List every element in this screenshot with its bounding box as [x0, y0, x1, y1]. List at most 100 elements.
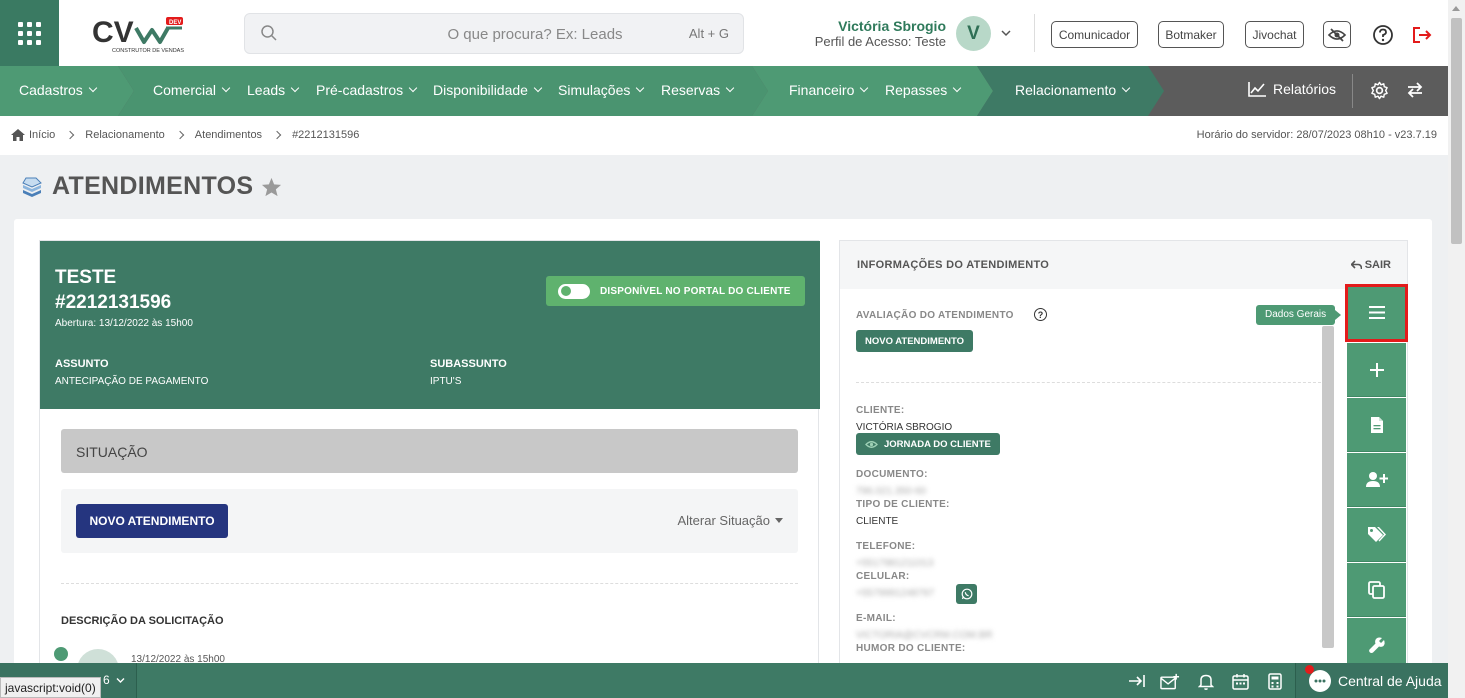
- bell-icon: [1198, 674, 1214, 690]
- bottom-left-count: 6: [103, 673, 110, 687]
- mobile-value: +5579991248797: [856, 588, 935, 599]
- situation-box: NOVO ATENDIMENTO Alterar Situação: [61, 489, 798, 553]
- user-plus-icon: [1365, 472, 1388, 487]
- botmaker-button[interactable]: Botmaker: [1158, 21, 1224, 48]
- jivochat-button[interactable]: Jivochat: [1245, 21, 1304, 48]
- nav-financeiro[interactable]: Financeiro: [789, 82, 869, 98]
- add-user-button[interactable]: [1347, 453, 1406, 507]
- exit-button[interactable]: SAIR: [1350, 259, 1391, 271]
- situation-header[interactable]: SITUAÇÃO: [61, 429, 798, 473]
- breadcrumb: Início Relacionamento Atendimentos #2212…: [11, 129, 359, 141]
- apps-menu-button[interactable]: [0, 0, 59, 66]
- subsubject-label: SUBASSUNTO: [430, 358, 507, 370]
- top-header: CV DEV CONSTRUTOR DE VENDAS Alt + G Vict…: [0, 0, 1448, 66]
- portal-visibility-toggle[interactable]: DISPONÍVEL NO PORTAL DO CLIENTE: [546, 276, 805, 306]
- tags-button[interactable]: [1347, 508, 1406, 562]
- client-journey-button[interactable]: JORNADA DO CLIENTE: [856, 433, 1000, 455]
- breadcrumb-relacionamento[interactable]: Relacionamento: [85, 129, 165, 141]
- settings-button[interactable]: [1370, 81, 1389, 100]
- breadcrumb-atendimentos[interactable]: Atendimentos: [195, 129, 262, 141]
- chevron-right-icon: [175, 130, 185, 140]
- add-button[interactable]: [1347, 343, 1406, 397]
- client-type-value: CLIENTE: [856, 516, 899, 527]
- page-scrollbar[interactable]: [1448, 0, 1465, 698]
- switch-button[interactable]: [1406, 81, 1424, 99]
- apps-grid-icon: [18, 21, 41, 45]
- user-info[interactable]: Victória Sbrogio Perfil de Acesso: Teste: [780, 18, 946, 50]
- scroll-thumb[interactable]: [1451, 18, 1462, 244]
- svg-text:DEV: DEV: [169, 20, 181, 26]
- breadcrumb-inicio[interactable]: Início: [29, 129, 55, 141]
- reply-icon: [1350, 260, 1362, 270]
- eye-slash-icon: [1327, 27, 1347, 42]
- nav-leads[interactable]: Leads: [247, 82, 300, 98]
- mail-notifications-button[interactable]: [1160, 671, 1180, 691]
- email-label: E-MAIL:: [856, 613, 896, 624]
- portal-badge-label: DISPONÍVEL NO PORTAL DO CLIENTE: [600, 285, 791, 297]
- envelope-plus-icon: [1160, 673, 1180, 689]
- nav-repasses[interactable]: Repasses: [885, 82, 962, 98]
- help-button[interactable]: [1369, 21, 1397, 48]
- ticket-card: TESTE #2212131596 Abertura: 13/12/2022 à…: [39, 240, 820, 691]
- general-data-button[interactable]: [1345, 284, 1408, 342]
- line-chart-icon: [1248, 82, 1266, 97]
- copy-button[interactable]: [1347, 563, 1406, 617]
- nav-comercial[interactable]: Comercial: [153, 82, 231, 98]
- general-data-tooltip: Dados Gerais: [1256, 305, 1342, 325]
- nav-simulacoes[interactable]: Simulações: [558, 82, 645, 98]
- client-journey-label: JORNADA DO CLIENTE: [884, 438, 991, 450]
- exit-label: SAIR: [1364, 259, 1391, 271]
- nav-reservas[interactable]: Reservas: [661, 82, 735, 98]
- collapse-sidebar-button[interactable]: [1127, 671, 1147, 691]
- calculator-button[interactable]: [1265, 671, 1285, 691]
- nav-relatorios[interactable]: Relatórios: [1248, 81, 1336, 97]
- toggle-switch[interactable]: [558, 283, 590, 299]
- document-label: DOCUMENTO:: [856, 469, 928, 480]
- bars-icon: [1368, 306, 1385, 319]
- whatsapp-button[interactable]: [956, 584, 977, 604]
- star-icon[interactable]: [261, 177, 282, 197]
- ticket-opened: Abertura: 13/12/2022 às 15h00: [55, 318, 193, 329]
- nav-disponibilidade[interactable]: Disponibilidade: [433, 82, 543, 98]
- arrows-exchange-icon: [1407, 82, 1423, 98]
- description-label: DESCRIÇÃO DA SOLICITAÇÃO: [61, 615, 224, 627]
- client-label: CLIENTE:: [856, 405, 905, 416]
- arrow-to-right-icon: [1129, 675, 1145, 687]
- rating-label: AVALIAÇÃO DO ATENDIMENTO: [856, 310, 1014, 321]
- calculator-icon: [1268, 672, 1282, 690]
- logout-button[interactable]: [1408, 21, 1436, 48]
- panel-scrollbar[interactable]: [1322, 326, 1334, 648]
- nav-pre-cadastros[interactable]: Pré-cadastros: [316, 82, 418, 98]
- help-center-button[interactable]: Central de Ajuda: [1295, 663, 1448, 698]
- calendar-button[interactable]: [1230, 671, 1250, 691]
- client-value: VICTÓRIA SBROGIO: [856, 422, 953, 433]
- divider: [856, 382, 1321, 383]
- nav-relacionamento[interactable]: Relacionamento: [1015, 82, 1131, 98]
- header-divider: [1034, 14, 1035, 52]
- comunicador-button[interactable]: Comunicador: [1051, 21, 1138, 48]
- info-title: INFORMAÇÕES DO ATENDIMENTO: [857, 259, 1050, 271]
- nav-cadastros[interactable]: Cadastros: [19, 82, 98, 98]
- scroll-up-arrow[interactable]: [1452, 6, 1460, 11]
- ticket-number: #2212131596: [55, 292, 172, 313]
- svg-text:CONSTRUTOR DE VENDAS: CONSTRUTOR DE VENDAS: [112, 48, 184, 54]
- sign-out-icon: [1413, 26, 1432, 43]
- file-icon: [1370, 416, 1383, 433]
- notifications-button[interactable]: [1196, 671, 1216, 691]
- wrench-icon: [1368, 636, 1385, 653]
- question-circle-icon[interactable]: ?: [1034, 308, 1047, 321]
- chevron-down-icon[interactable]: [1000, 28, 1012, 38]
- stack-icon: [22, 177, 42, 197]
- status-button[interactable]: NOVO ATENDIMENTO: [76, 504, 228, 538]
- global-search[interactable]: Alt + G: [244, 13, 744, 54]
- documents-button[interactable]: [1347, 398, 1406, 452]
- privacy-toggle-button[interactable]: [1323, 21, 1351, 48]
- question-circle-icon: [1373, 24, 1393, 45]
- change-situation-dropdown[interactable]: Alterar Situação: [678, 513, 783, 528]
- notification-dot: [1305, 664, 1314, 674]
- calendar-icon: [1231, 673, 1249, 690]
- timeline-dot: [54, 647, 68, 661]
- cv-logo[interactable]: CV DEV CONSTRUTOR DE VENDAS: [92, 14, 188, 56]
- user-avatar[interactable]: V: [956, 16, 991, 51]
- search-input[interactable]: [385, 23, 685, 45]
